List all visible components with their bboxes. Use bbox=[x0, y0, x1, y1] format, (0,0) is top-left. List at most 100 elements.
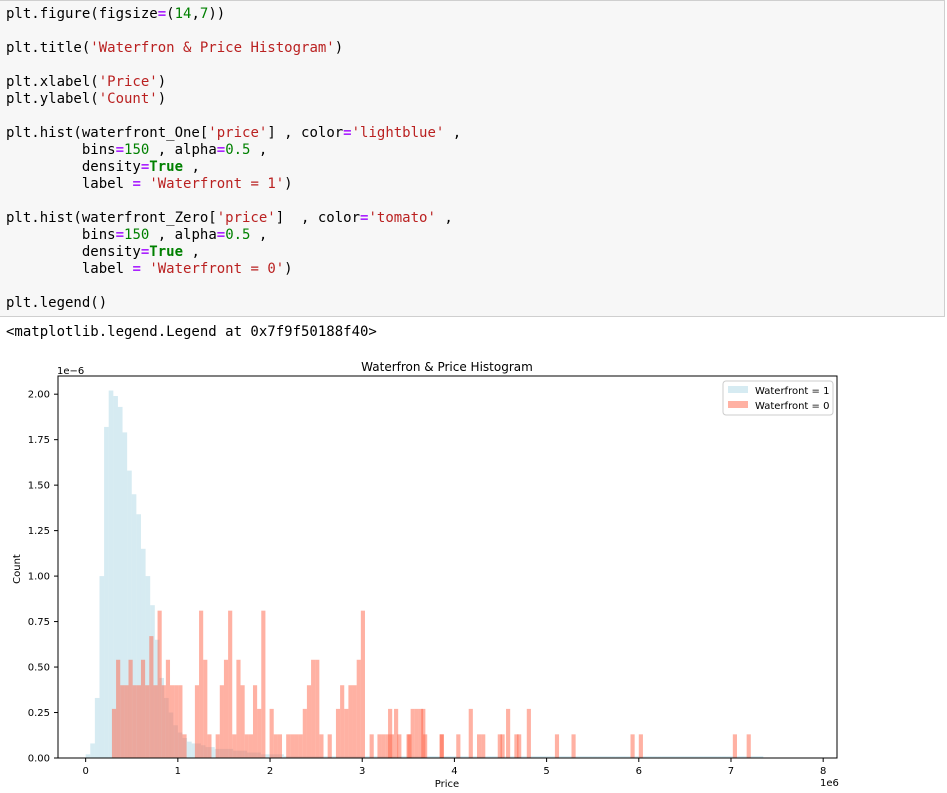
x-tick-label: 6 bbox=[636, 766, 642, 777]
code-token: = bbox=[216, 227, 226, 243]
code-token: 'price' bbox=[208, 125, 268, 141]
code-line: label = 'Waterfront = 0') bbox=[6, 261, 293, 278]
y-tick-label: 1.50 bbox=[28, 481, 50, 492]
code-token: plt.xlabel( bbox=[6, 74, 99, 90]
code-token: 150 bbox=[124, 142, 150, 158]
code-token: 'Waterfront = 0' bbox=[149, 261, 285, 277]
code-token: ) bbox=[157, 74, 167, 90]
bar-waterfront-0 bbox=[140, 659, 146, 758]
code-token: 'tomato' bbox=[368, 210, 436, 226]
bar-waterfront-0 bbox=[344, 708, 349, 758]
x-tick-label: 1 bbox=[175, 766, 181, 777]
x-tick-label: 5 bbox=[543, 766, 549, 777]
code-line: plt.title('Waterfron & Price Histogram') bbox=[6, 40, 343, 57]
bar-waterfront-0 bbox=[286, 734, 291, 758]
bar-waterfront-0 bbox=[219, 685, 224, 758]
bar-waterfront-0 bbox=[414, 708, 419, 758]
histogram-figure: Waterfron & Price Histogram 1e−6 1e6 Pri… bbox=[12, 360, 839, 790]
code-line: plt.hist(waterfront_One['price'] , color… bbox=[6, 125, 461, 142]
bar-waterfront-0 bbox=[273, 734, 278, 758]
bar-waterfront-0 bbox=[199, 610, 204, 758]
bar-waterfront-0 bbox=[111, 708, 117, 758]
bar-waterfront-0 bbox=[290, 734, 295, 758]
x-offset-label: 1e6 bbox=[820, 778, 839, 789]
x-tick-label: 8 bbox=[820, 766, 826, 777]
bar-waterfront-0 bbox=[356, 659, 361, 758]
bar-waterfront-0 bbox=[145, 685, 150, 758]
bar-waterfront-0 bbox=[335, 708, 341, 758]
bar-waterfront-0 bbox=[732, 734, 737, 758]
y-tick-label: 0.25 bbox=[28, 708, 50, 719]
bar-waterfront-0 bbox=[261, 610, 266, 758]
bar-waterfront-0 bbox=[388, 708, 393, 758]
bar-waterfront-0 bbox=[456, 734, 461, 758]
bar-waterfront-0 bbox=[120, 685, 125, 758]
code-token: 'Count' bbox=[98, 91, 158, 107]
code-token: plt.hist(waterfront_One[ bbox=[6, 125, 209, 141]
cell-output-text: <matplotlib.legend.Legend at 0x7f9f50188… bbox=[6, 324, 377, 340]
code-token: = bbox=[132, 176, 141, 192]
code-token: , bbox=[444, 125, 462, 141]
code-token: , bbox=[183, 244, 200, 260]
code-token: label bbox=[6, 261, 133, 277]
y-tick-label: 1.25 bbox=[28, 526, 50, 537]
bar-waterfront-0 bbox=[500, 734, 505, 758]
bar-waterfront-0 bbox=[352, 685, 357, 758]
bar-waterfront-1 bbox=[90, 743, 95, 758]
code-token: 150 bbox=[124, 227, 150, 243]
code-token: ] , color bbox=[267, 125, 344, 141]
code-token: 0.5 bbox=[225, 227, 251, 243]
code-token: = bbox=[115, 142, 125, 158]
code-line: plt.hist(waterfront_Zero['price'] , colo… bbox=[6, 210, 453, 227]
bar-waterfront-1 bbox=[99, 576, 105, 758]
y-tick-label: 0.75 bbox=[28, 617, 50, 628]
code-token: ] , color bbox=[275, 210, 361, 226]
code-token: )) bbox=[208, 6, 226, 22]
code-token: ) bbox=[284, 261, 293, 277]
code-token: , alpha bbox=[149, 142, 217, 158]
code-token: plt.figure(figsize bbox=[6, 6, 158, 22]
code-line: label = 'Waterfront = 1') bbox=[6, 176, 293, 193]
code-token: , alpha bbox=[149, 227, 217, 243]
code-line: bins=150 , alpha=0.5 , bbox=[6, 142, 268, 159]
bar-waterfront-0 bbox=[215, 734, 220, 758]
bar-waterfront-0 bbox=[174, 685, 179, 758]
code-token: density bbox=[6, 159, 141, 175]
y-tick-label: 0.50 bbox=[28, 663, 50, 674]
y-axis-label: Count bbox=[12, 554, 23, 584]
bar-waterfront-0 bbox=[439, 734, 444, 758]
code-token: , bbox=[250, 142, 268, 158]
bar-waterfront-0 bbox=[170, 685, 175, 758]
bar-waterfront-0 bbox=[257, 708, 262, 758]
code-token: 'Price' bbox=[98, 74, 158, 90]
bar-waterfront-0 bbox=[506, 708, 511, 758]
bar-waterfront-0 bbox=[407, 734, 412, 758]
bar-waterfront-0 bbox=[630, 734, 635, 758]
y-tick-label: 2.00 bbox=[28, 390, 50, 401]
y-offset-label: 1e−6 bbox=[57, 366, 84, 377]
bar-waterfront-0 bbox=[571, 734, 576, 758]
bar-waterfront-0 bbox=[381, 734, 386, 758]
code-line: plt.xlabel('Price') bbox=[6, 74, 166, 91]
code-token: True bbox=[149, 159, 184, 175]
bar-waterfront-1 bbox=[85, 754, 91, 758]
code-token: plt.title( bbox=[6, 40, 91, 56]
code-token: 'price' bbox=[216, 210, 276, 226]
bar-waterfront-0 bbox=[369, 734, 374, 758]
bar-waterfront-0 bbox=[315, 659, 320, 758]
code-token: 0.5 bbox=[225, 142, 251, 158]
bar-waterfront-0 bbox=[340, 685, 345, 758]
x-axis-label: Price bbox=[435, 779, 459, 790]
y-tick-label: 0.00 bbox=[28, 754, 50, 765]
code-token: ( bbox=[166, 6, 175, 22]
bar-waterfront-0 bbox=[248, 734, 253, 758]
code-line: density=True , bbox=[6, 244, 200, 261]
x-tick-label: 0 bbox=[82, 766, 88, 777]
code-cell-input[interactable]: plt.figure(figsize=(14,7)) plt.title('Wat… bbox=[0, 0, 945, 317]
bar-waterfront-0 bbox=[298, 734, 303, 758]
code-line: plt.legend() bbox=[6, 295, 107, 312]
bar-waterfront-0 bbox=[124, 685, 129, 758]
code-token: = bbox=[343, 125, 352, 141]
bar-waterfront-0 bbox=[377, 734, 382, 758]
bar-waterfront-0 bbox=[302, 708, 307, 758]
